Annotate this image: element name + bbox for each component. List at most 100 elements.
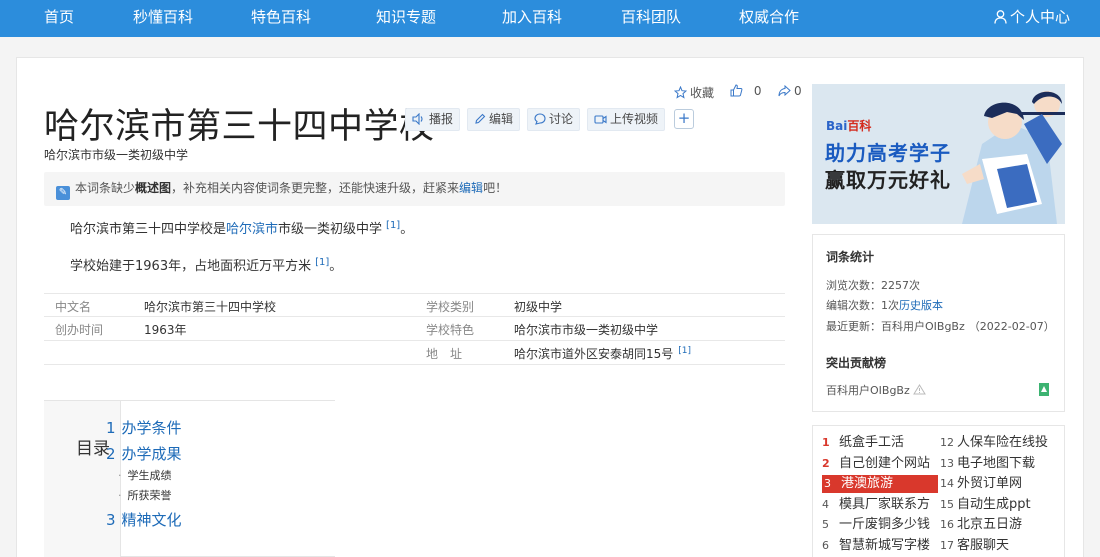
hot-item[interactable]: 1 纸盒手工活: [822, 434, 904, 452]
edits-value: 1次: [881, 299, 899, 312]
hot-item-active[interactable]: 3 港澳旅游: [822, 475, 938, 493]
history-version-link[interactable]: 历史版本: [899, 299, 943, 312]
toc-subitem-2[interactable]: · 所获荣誉: [118, 487, 172, 503]
user-center-link[interactable]: 个人中心: [994, 0, 1070, 37]
hot-label: 自动生成ppt: [957, 497, 1031, 512]
info-value: 1963年: [144, 323, 187, 337]
nav-team[interactable]: 百科团队: [621, 0, 681, 37]
hot-rank: 16: [940, 518, 954, 531]
discuss-button[interactable]: 讨论: [527, 108, 581, 131]
hot-search-list: 1 纸盒手工活 2 自己创建个网站 3 港澳旅游 4 模具厂家联系方 5 一斤废铜多少钱 …: [812, 425, 1065, 557]
paragraph-text: 市级一类初级中学: [278, 222, 383, 237]
hot-item[interactable]: 15 自动生成ppt: [940, 496, 1031, 514]
share-count: 0: [794, 84, 802, 98]
toc-subitem-1[interactable]: · 学生成绩: [118, 467, 172, 483]
toc-sublabel: 所获荣誉: [127, 489, 172, 502]
views-stat: 浏览次数：2257次: [826, 277, 920, 293]
info-value: 哈尔滨市市级一类初级中学: [514, 323, 659, 337]
info-row: 创办时间 1963年 学校特色 哈尔滨市市级一类初级中学: [44, 317, 785, 341]
hot-label: 人保车险在线投: [957, 435, 1049, 450]
reference-link[interactable]: [1]: [678, 346, 691, 356]
info-key: 地 址: [426, 347, 463, 361]
user-icon: [994, 10, 1007, 24]
top-nav: 首页 秒懂百科 特色百科 知识专题 加入百科 百科团队 权威合作 个人中心: [0, 0, 1100, 37]
nav-topics[interactable]: 知识专题: [376, 0, 436, 37]
notice-edit-link[interactable]: 编辑: [459, 181, 483, 195]
hot-item[interactable]: 6 智慧新城写字楼: [822, 537, 930, 555]
edit-label: 编辑: [489, 112, 514, 126]
edits-stat: 编辑次数：1次历史版本: [826, 297, 943, 313]
hot-rank: 1: [822, 436, 830, 449]
paragraph-2: 学校始建于1963年，占地面积近万平方米 [1]。: [70, 255, 342, 274]
logo-text: Bai: [826, 119, 848, 133]
like-button[interactable]: 0: [730, 84, 761, 98]
broadcast-button[interactable]: 播报: [405, 108, 461, 131]
page-title: 哈尔滨市第三十四中学校: [44, 107, 435, 147]
hot-item[interactable]: 13 电子地图下载: [940, 455, 1035, 473]
paragraph-end: 。: [400, 222, 414, 237]
hot-item[interactable]: 14 外贸订单网: [940, 475, 1022, 493]
favorite-label: 收藏: [690, 86, 715, 100]
nav-miaodong[interactable]: 秒懂百科: [133, 0, 193, 37]
warning-icon: [912, 384, 926, 395]
promo-subheadline: 赢取万元好礼: [825, 168, 951, 192]
info-key: 创办时间: [55, 323, 104, 337]
toc-item-1[interactable]: 1 办学条件: [106, 417, 182, 438]
notice-prefix: 本词条缺少: [75, 181, 136, 195]
hot-item[interactable]: 12 人保车险在线投: [940, 434, 1048, 452]
edits-label: 编辑次数：: [826, 299, 881, 312]
broadcast-label: 播报: [429, 112, 454, 126]
views-label: 浏览次数：: [826, 279, 881, 292]
contributor-item[interactable]: 百科用户OIBgBz: [826, 382, 926, 398]
toc-label: 精神文化: [121, 511, 182, 529]
reference-link[interactable]: [1]: [315, 257, 329, 268]
thumbs-up-icon: [730, 84, 743, 97]
info-value: 哈尔滨市道外区安泰胡同15号 [1]: [514, 345, 691, 362]
notice-bold: 概述图: [135, 181, 172, 195]
reference-link[interactable]: [1]: [386, 220, 400, 231]
toc-bullet: ·: [118, 469, 122, 482]
share-button[interactable]: 0: [778, 84, 802, 98]
bookmark-icon[interactable]: [1039, 383, 1049, 396]
favorite-button[interactable]: 收藏: [673, 84, 715, 101]
harbin-link[interactable]: 哈尔滨市: [226, 222, 278, 237]
hot-rank: 2: [822, 457, 830, 470]
chat-bubble-icon: [534, 113, 546, 125]
hot-rank: 4: [822, 498, 829, 511]
entry-stats-panel: 词条统计 浏览次数：2257次 编辑次数：1次历史版本 最近更新：百科用户OIB…: [812, 234, 1065, 412]
notice-suffix: 吧！: [483, 181, 508, 195]
hot-item[interactable]: 5 一斤废铜多少钱: [822, 516, 930, 534]
nav-featured[interactable]: 特色百科: [251, 0, 311, 37]
hot-label: 港澳旅游: [841, 476, 894, 491]
info-value: 哈尔滨市第三十四中学校: [144, 300, 277, 314]
toc-item-2[interactable]: 2 办学成果: [106, 443, 182, 464]
nav-home[interactable]: 首页: [44, 0, 74, 37]
nav-authority[interactable]: 权威合作: [739, 0, 799, 37]
paragraph-1: 哈尔滨市第三十四中学校是哈尔滨市市级一类初级中学 [1]。: [70, 218, 413, 237]
upload-video-button[interactable]: 上传视频: [587, 108, 666, 131]
updated-date: （2022-02-07）: [968, 320, 1055, 333]
address-text: 哈尔滨市道外区安泰胡同15号: [514, 347, 674, 361]
nav-join[interactable]: 加入百科: [502, 0, 562, 37]
baidu-baike-logo: Bai百科: [826, 117, 871, 134]
more-actions-button[interactable]: +: [674, 109, 694, 129]
hot-label: 北京五日游: [957, 517, 1023, 532]
toc-item-3[interactable]: 3 精神文化: [106, 509, 182, 530]
updated-user-link[interactable]: 百科用户OIBgBz: [881, 320, 965, 333]
like-count: 0: [753, 84, 762, 98]
hot-label: 客服聊天: [957, 538, 1010, 553]
promo-headline: 助力高考学子: [825, 141, 951, 165]
hot-item[interactable]: 4 模具厂家联系方: [822, 496, 930, 514]
info-key: 学校特色: [426, 323, 475, 337]
video-camera-icon: [594, 115, 607, 124]
table-of-contents: 目录: [44, 400, 335, 557]
promo-banner[interactable]: Bai百科 助力高考学子 赢取万元好礼: [812, 84, 1065, 224]
hot-item[interactable]: 2 自己创建个网站: [822, 455, 930, 473]
edit-button[interactable]: 编辑: [467, 108, 521, 131]
entry-subtitle: 哈尔滨市市级一类初级中学: [44, 148, 189, 162]
hot-item[interactable]: 17 客服聊天: [940, 537, 1009, 555]
user-center-label: 个人中心: [1009, 8, 1070, 26]
hot-item[interactable]: 16 北京五日游: [940, 516, 1022, 534]
info-row: 中文名 哈尔滨市第三十四中学校 学校类别 初级中学: [44, 293, 785, 317]
toc-bullet: ·: [118, 489, 122, 502]
